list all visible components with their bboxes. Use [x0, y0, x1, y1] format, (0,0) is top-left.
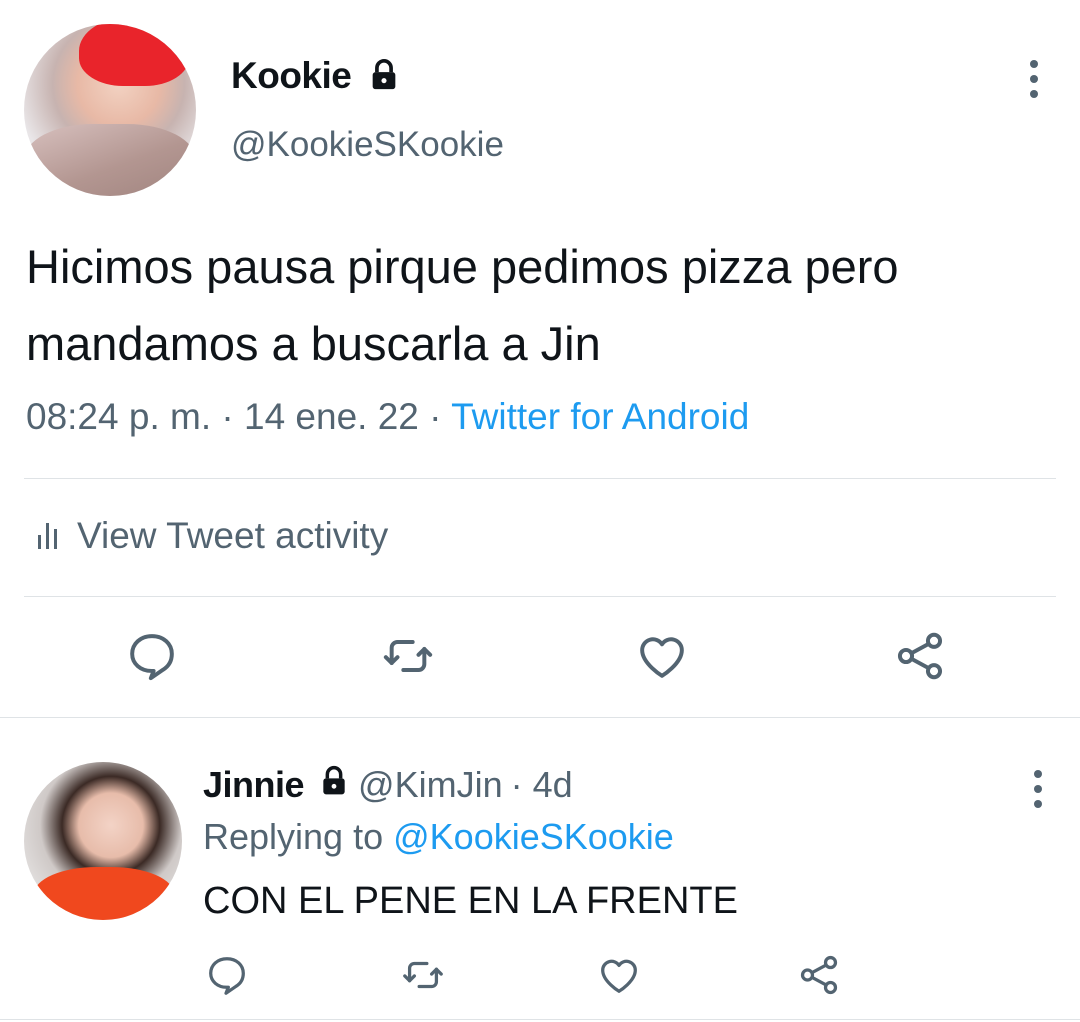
replying-to-prefix: Replying to [203, 816, 384, 857]
retweet-icon[interactable] [400, 952, 446, 998]
tweet-source-link[interactable]: Twitter for Android [451, 396, 749, 437]
divider [0, 717, 1080, 718]
like-icon[interactable] [596, 952, 642, 998]
divider [24, 478, 1056, 479]
analytics-icon [38, 523, 57, 549]
retweet-icon[interactable] [380, 628, 436, 684]
reply-icon[interactable] [124, 628, 180, 684]
author-handle[interactable]: @KookieSKookie [231, 125, 504, 165]
lock-icon [367, 58, 401, 97]
tweet-time: 08:24 p. m. [26, 396, 212, 437]
avatar-hair [79, 24, 189, 86]
replying-to-mention[interactable]: @KookieSKookie [393, 816, 674, 857]
view-activity-label: View Tweet activity [77, 515, 389, 556]
avatar-shirt [34, 867, 174, 920]
tweet-date[interactable]: 14 ene. 22 [244, 396, 419, 437]
reply-icon[interactable] [204, 952, 250, 998]
tweet-metadata: 08:24 p. m. · 14 ene. 22 · Twitter for A… [26, 396, 749, 438]
share-icon[interactable] [796, 952, 842, 998]
like-icon[interactable] [634, 628, 690, 684]
divider [0, 1019, 1080, 1020]
reply-author-avatar[interactable] [24, 762, 182, 920]
reply-age: · 4d [510, 764, 573, 805]
avatar-jacket [24, 124, 196, 196]
lock-icon [318, 764, 350, 806]
more-vertical-icon[interactable] [1030, 60, 1040, 105]
divider [24, 596, 1056, 597]
tweet-text: Hicimos pausa pirque pedimos pizza pero … [26, 240, 899, 370]
reply-text: CON EL PENE EN LA FRENTE [203, 880, 738, 922]
author-display-name[interactable]: Kookie [231, 55, 352, 97]
replying-to: Replying to @KookieSKookie [203, 816, 674, 858]
view-activity-button[interactable]: View Tweet activity [38, 515, 388, 557]
meta-separator: · [429, 396, 442, 437]
reply-header: Jinnie @KimJin · 4d [203, 764, 573, 806]
author-avatar[interactable] [24, 24, 196, 196]
reply-author-display-name[interactable]: Jinnie [203, 764, 305, 806]
meta-separator: · [221, 396, 234, 437]
more-vertical-icon[interactable] [1034, 770, 1044, 815]
share-icon[interactable] [892, 628, 948, 684]
reply-author-handle[interactable]: @KimJin [358, 764, 503, 806]
